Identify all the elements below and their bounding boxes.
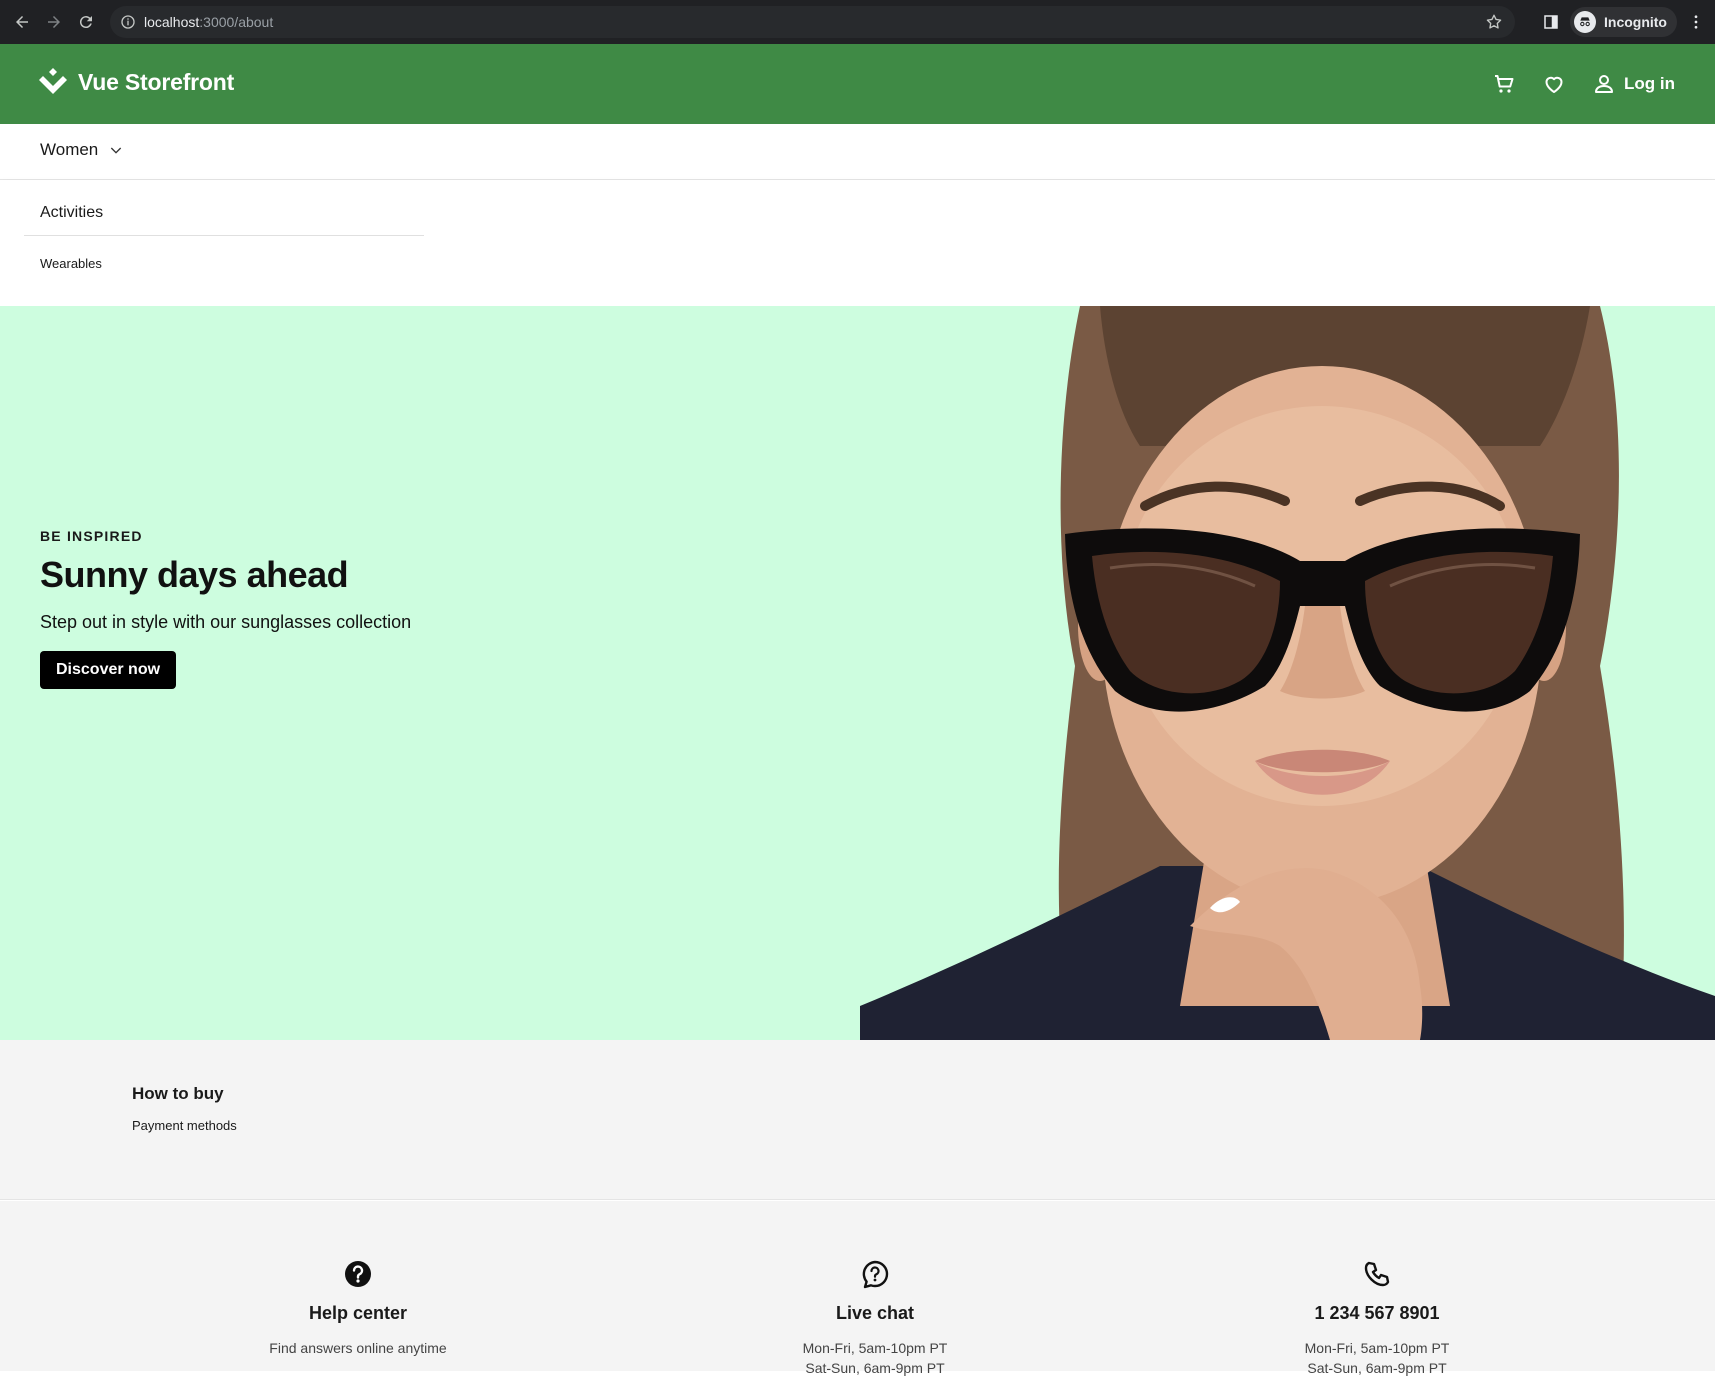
user-icon	[1595, 75, 1614, 93]
category-women-dropdown[interactable]: Women	[40, 140, 124, 160]
contact-line: Mon-Fri, 5am-10pm PT	[802, 1340, 948, 1356]
contact-section: Help center Find answers online anytime …	[0, 1201, 1715, 1376]
chat-bubble-icon	[862, 1260, 889, 1289]
wishlist-heart-icon[interactable]	[1542, 72, 1566, 96]
help-circle-icon	[345, 1261, 371, 1287]
contact-phone[interactable]: 1 234 567 8901 Mon-Fri, 5am-10pm PT Sat-…	[1227, 1259, 1527, 1376]
browser-toolbar: localhost:3000/about Incognito	[0, 0, 1715, 44]
footer-links: How to buy Payment methods	[0, 1040, 1715, 1200]
menu-heading-activities[interactable]: Activities	[24, 198, 424, 236]
menu-item-wearables[interactable]: Wearables	[40, 256, 102, 271]
hero-subtitle: Step out in style with our sunglasses co…	[40, 612, 412, 632]
bookmark-star-icon[interactable]	[1485, 13, 1503, 31]
footer-link-payment-methods[interactable]: Payment methods	[132, 1118, 237, 1133]
reload-icon[interactable]	[70, 6, 102, 38]
kebab-menu-icon[interactable]	[1687, 13, 1705, 31]
url-host: localhost	[144, 14, 200, 30]
contact-live-chat[interactable]: Live chat Mon-Fri, 5am-10pm PT Sat-Sun, …	[725, 1259, 1025, 1376]
back-icon[interactable]	[6, 6, 38, 38]
discover-now-button[interactable]: Discover now	[40, 651, 177, 689]
brand-logo[interactable]: Vue Storefront	[38, 68, 234, 96]
footer-heading-how-to-buy: How to buy	[132, 1084, 224, 1103]
contact-line-2: Sat-Sun, 6am-9pm PT	[1307, 1360, 1447, 1376]
hero-title: Sunny days ahead	[40, 554, 349, 595]
contact-title: Live chat	[835, 1303, 915, 1323]
category-label: Women	[40, 140, 99, 159]
phone-icon	[1364, 1261, 1390, 1287]
vue-storefront-logo-icon	[39, 68, 67, 94]
side-panel-icon[interactable]	[1542, 13, 1560, 31]
contact-line-2: Sat-Sun, 6am-9pm PT	[805, 1360, 945, 1376]
brand-name: Vue Storefront	[78, 68, 235, 95]
forward-icon[interactable]	[38, 6, 70, 38]
contact-title: 1 234 567 8901	[1314, 1303, 1440, 1323]
hero-model-image	[860, 306, 1715, 1040]
contact-line: Find answers online anytime	[269, 1340, 447, 1356]
site-header: Vue Storefront Log in	[0, 44, 1715, 124]
contact-help-center[interactable]: Help center Find answers online anytime	[208, 1259, 508, 1356]
hero-eyebrow: BE INSPIRED	[40, 528, 143, 544]
address-bar[interactable]: localhost:3000/about	[110, 6, 1515, 38]
category-nav: Women	[0, 124, 1715, 180]
cart-icon[interactable]	[1492, 72, 1516, 96]
category-mega-menu: Activities Wearables	[0, 180, 1715, 306]
contact-title: Help center	[308, 1303, 408, 1323]
incognito-icon	[1574, 11, 1596, 33]
hero-banner: BE INSPIRED Sunny days ahead Step out in…	[0, 306, 1715, 1040]
login-button[interactable]: Log in	[1592, 72, 1675, 96]
login-label: Log in	[1624, 74, 1675, 93]
site-info-icon[interactable]	[120, 14, 136, 30]
chevron-down-icon	[111, 147, 122, 154]
profile-label: Incognito	[1604, 14, 1667, 30]
contact-line: Mon-Fri, 5am-10pm PT	[1304, 1340, 1450, 1356]
url-path: :3000/about	[199, 14, 274, 30]
incognito-badge[interactable]: Incognito	[1570, 7, 1677, 37]
